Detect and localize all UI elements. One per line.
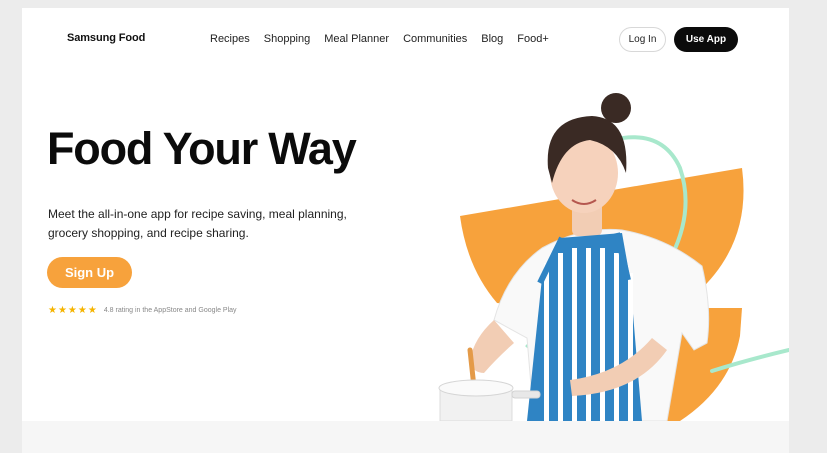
login-button[interactable]: Log In — [619, 27, 666, 52]
person-arm — [470, 320, 514, 373]
star-icon: ★★★★★ — [48, 305, 98, 316]
page-bottom-section — [22, 421, 789, 453]
nav-item-food-plus[interactable]: Food+ — [517, 33, 549, 45]
signup-button[interactable]: Sign Up — [47, 257, 132, 288]
brand-logo[interactable]: Samsung Food — [67, 32, 145, 44]
page: Samsung Food Recipes Shopping Meal Plann… — [22, 8, 789, 453]
cooking-pot-rim — [438, 379, 514, 397]
nav-item-shopping[interactable]: Shopping — [264, 33, 311, 45]
nav-item-blog[interactable]: Blog — [481, 33, 503, 45]
cooking-pot-handle — [511, 390, 541, 399]
hero-illustration — [438, 93, 789, 421]
nav-item-recipes[interactable]: Recipes — [210, 33, 250, 45]
rating-text: 4.8 rating in the AppStore and Google Pl… — [103, 307, 237, 314]
nav-item-meal-planner[interactable]: Meal Planner — [324, 33, 389, 45]
hero-description: Meet the all-in-one app for recipe savin… — [48, 207, 347, 240]
nav-item-communities[interactable]: Communities — [403, 33, 467, 45]
main-nav: Recipes Shopping Meal Planner Communitie… — [210, 33, 549, 45]
person-hair-bun — [601, 93, 631, 123]
rating-row: ★★★★★ 4.8 rating in the AppStore and Goo… — [48, 305, 237, 316]
use-app-button[interactable]: Use App — [674, 27, 738, 52]
hero-headline: Food Your Way — [47, 123, 357, 174]
